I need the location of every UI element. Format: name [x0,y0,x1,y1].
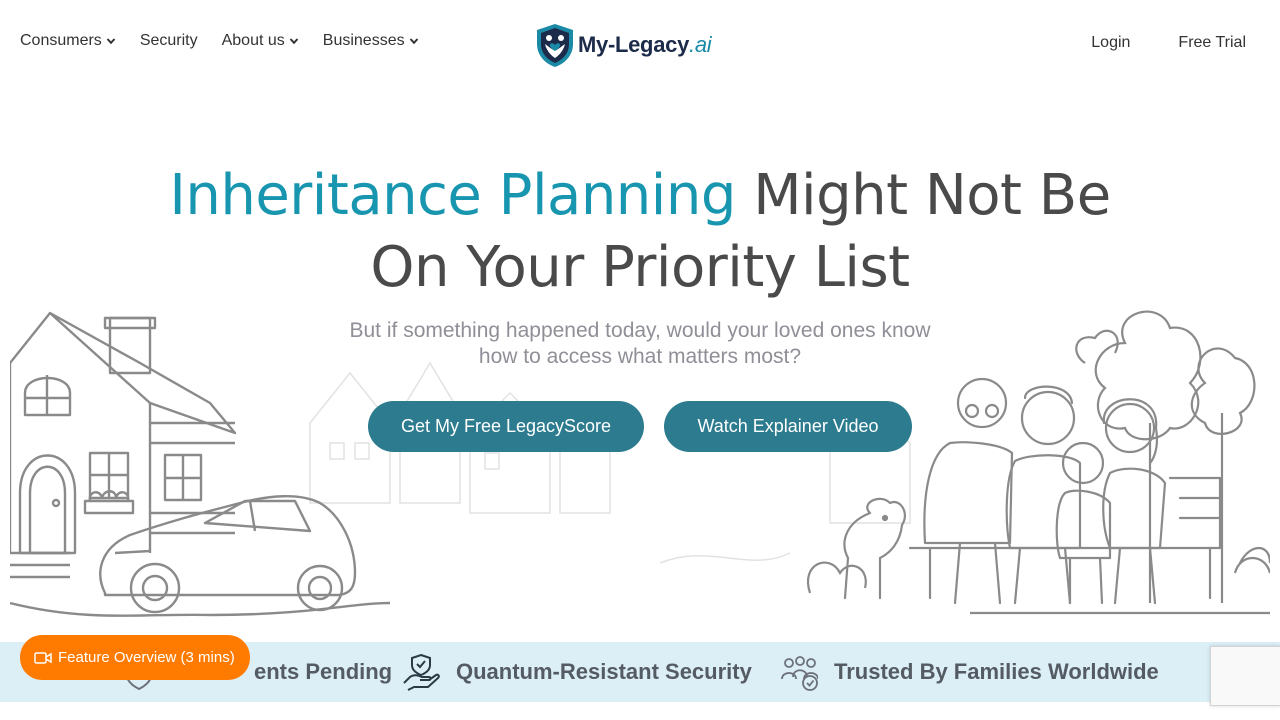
nav-businesses[interactable]: Businesses [323,32,419,50]
trust-item-families: Trusted By Families Worldwide [780,654,1159,691]
feature-overview-button[interactable]: Feature Overview (3 mins) [20,635,250,680]
watch-explainer-video-button[interactable]: Watch Explainer Video [664,401,912,452]
logo-suffix: .ai [689,32,712,57]
hero-subhead: But if something happened today, would y… [349,319,931,368]
chevron-down-icon [409,38,418,45]
trust-security-label: Quantum-Resistant Security [456,659,752,684]
video-camera-icon [34,651,52,664]
headline-rest: Might Not Be [753,163,1111,228]
hero-headline: Inheritance Planning Might Not Be On You… [0,160,1280,304]
hand-shield-icon [403,653,440,691]
recaptcha-badge[interactable] [1210,646,1280,706]
logo-wordmark: My-Legacy.ai [578,32,712,58]
account-nav: Login Free Trial [1091,34,1246,52]
nav-about[interactable]: About us [222,32,299,50]
nav-about-label: About us [221,32,285,49]
nav-consumers[interactable]: Consumers [20,32,116,50]
family-check-icon [781,656,818,691]
cta-group: Get My Free LegacyScore Watch Explainer … [0,401,1280,452]
chevron-down-icon [289,38,299,45]
nav-consumers-label: Consumers [20,32,102,49]
primary-nav: Consumers Security About us Businesses [20,32,443,50]
logo-brand: My-Legacy [578,32,690,57]
feature-overview-label: Feature Overview (3 mins) [58,649,235,666]
logo-shield-icon [537,24,573,67]
headline-accent: Inheritance Planning [169,163,736,228]
site-header: Consumers Security About us Businesses M… [0,0,1280,88]
trust-item-security: Quantum-Resistant Security [402,653,752,691]
trust-families-label: Trusted By Families Worldwide [834,659,1159,684]
chevron-down-icon [106,38,116,45]
headline-line-2: On Your Priority List [370,235,910,300]
nav-security[interactable]: Security [140,32,198,50]
login-link[interactable]: Login [1091,34,1130,52]
nav-security-label: Security [139,32,198,49]
nav-businesses-label: Businesses [322,32,405,49]
site-logo[interactable]: My-Legacy.ai [534,22,712,68]
get-legacy-score-button[interactable]: Get My Free LegacyScore [368,401,644,452]
trust-patents-label: ents Pending [254,659,393,684]
free-trial-link[interactable]: Free Trial [1178,34,1246,52]
